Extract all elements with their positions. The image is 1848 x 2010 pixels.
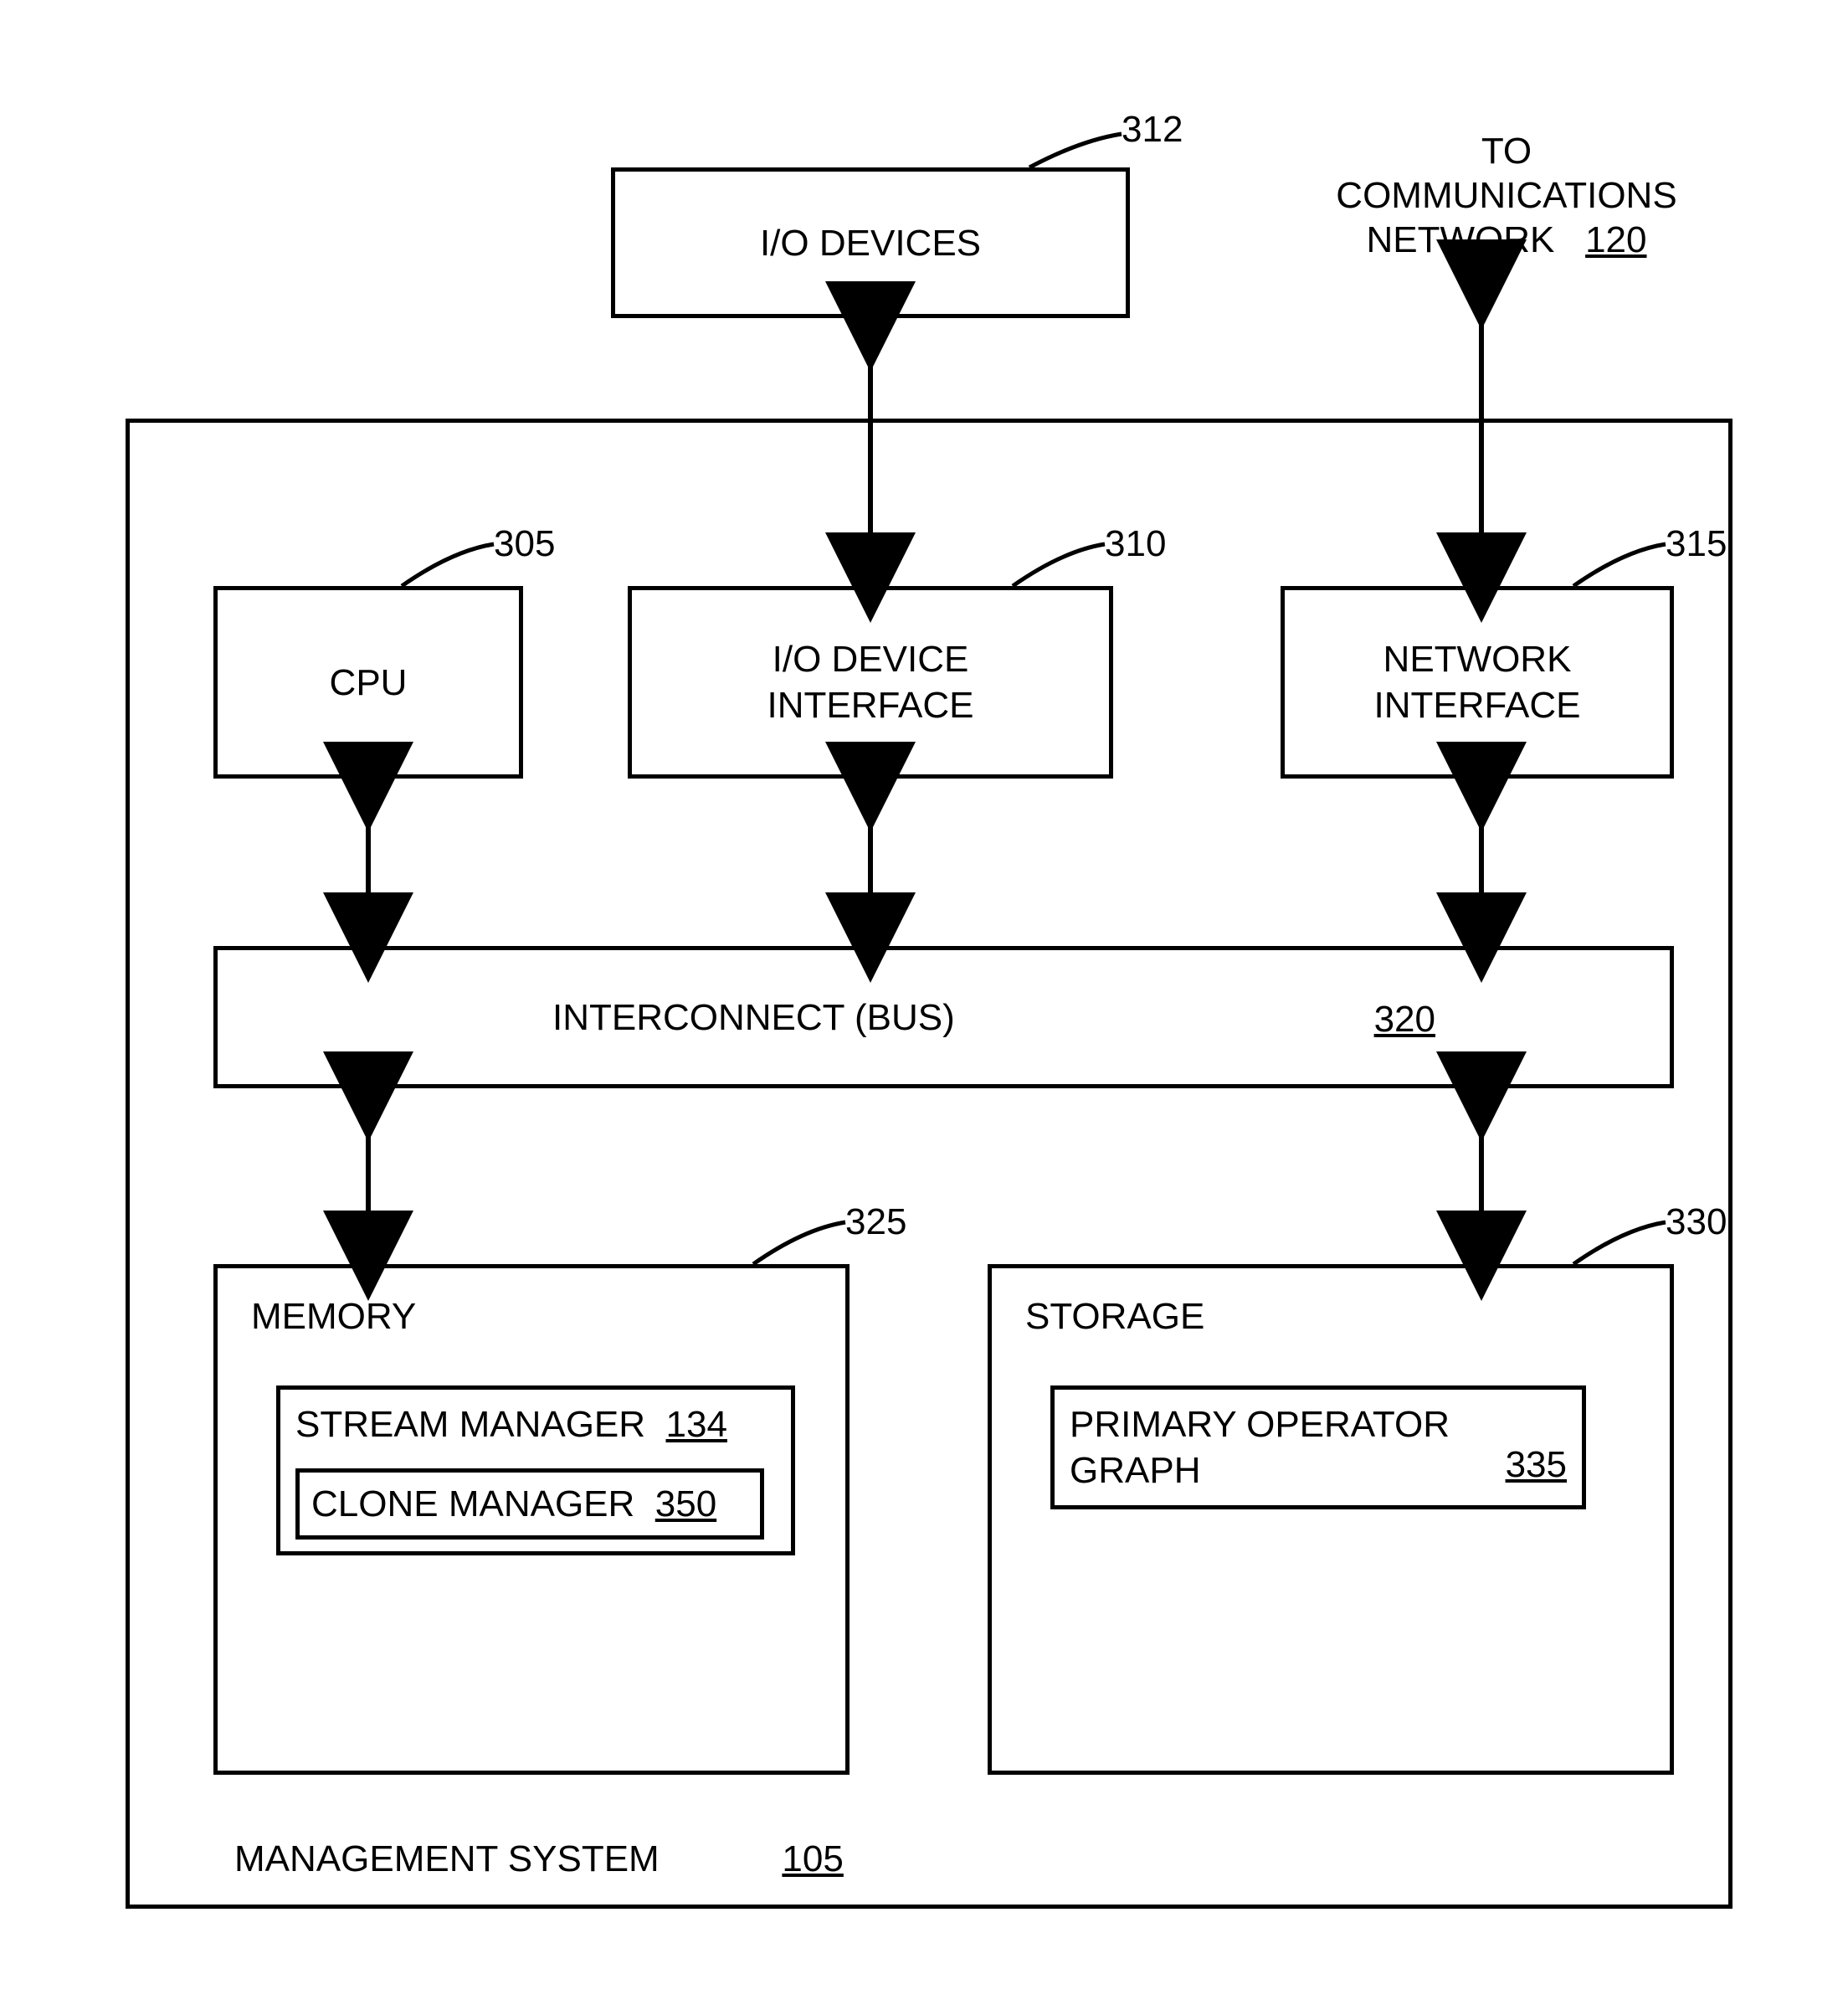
stream-manager-box: STREAM MANAGER 134 CLONE MANAGER 350	[276, 1385, 795, 1555]
management-system-label: MANAGEMENT SYSTEM 105	[234, 1838, 1071, 1882]
ref-310: 310	[1105, 523, 1166, 565]
ref-315: 315	[1666, 523, 1727, 565]
clone-manager-label: CLONE MANAGER	[311, 1483, 634, 1524]
primary-operator-graph-box: PRIMARY OPERATOR GRAPH 335	[1050, 1385, 1586, 1509]
io-devices-label: I/O DEVICES	[760, 220, 981, 266]
ref-105: 105	[782, 1838, 843, 1879]
io-device-interface-box: I/O DEVICE INTERFACE	[628, 586, 1113, 779]
storage-title: STORAGE	[1025, 1293, 1636, 1339]
storage-box: STORAGE PRIMARY OPERATOR GRAPH 335	[988, 1264, 1674, 1775]
network-interface-label: NETWORK INTERFACE	[1374, 636, 1581, 728]
ref-335: 335	[1506, 1442, 1567, 1488]
cpu-box: CPU	[213, 586, 523, 779]
interconnect-bus-box: INTERCONNECT (BUS) 320	[213, 946, 1674, 1088]
comm-net-ref: 120	[1585, 219, 1646, 260]
ref-312: 312	[1122, 109, 1183, 151]
io-device-interface-label: I/O DEVICE INTERFACE	[767, 636, 974, 728]
mgmt-system-text: MANAGEMENT SYSTEM	[234, 1838, 660, 1879]
stream-manager-label: STREAM MANAGER	[295, 1404, 645, 1445]
memory-box: MEMORY STREAM MANAGER 134 CLONE MANAGER …	[213, 1264, 850, 1775]
comm-net-to: TO	[1481, 131, 1532, 172]
ref-350: 350	[655, 1483, 716, 1524]
comm-net-line3: NETWORK	[1367, 219, 1555, 260]
ref-320: 320	[1374, 996, 1435, 1042]
cpu-label: CPU	[330, 660, 408, 706]
ref-134: 134	[666, 1404, 727, 1445]
ref-325: 325	[845, 1201, 906, 1243]
clone-manager-box: CLONE MANAGER 350	[295, 1468, 764, 1540]
network-interface-box: NETWORK INTERFACE	[1281, 586, 1674, 779]
io-devices-box: I/O DEVICES	[611, 167, 1130, 318]
ref-330: 330	[1666, 1201, 1727, 1243]
primary-operator-graph-label: PRIMARY OPERATOR GRAPH	[1070, 1401, 1450, 1493]
comm-network-label: TO COMMUNICATIONS NETWORK 120	[1281, 130, 1732, 262]
comm-net-line2: COMMUNICATIONS	[1336, 175, 1676, 216]
interconnect-bus-label: INTERCONNECT (BUS)	[552, 995, 955, 1041]
memory-title: MEMORY	[251, 1293, 812, 1339]
ref-305: 305	[494, 523, 555, 565]
